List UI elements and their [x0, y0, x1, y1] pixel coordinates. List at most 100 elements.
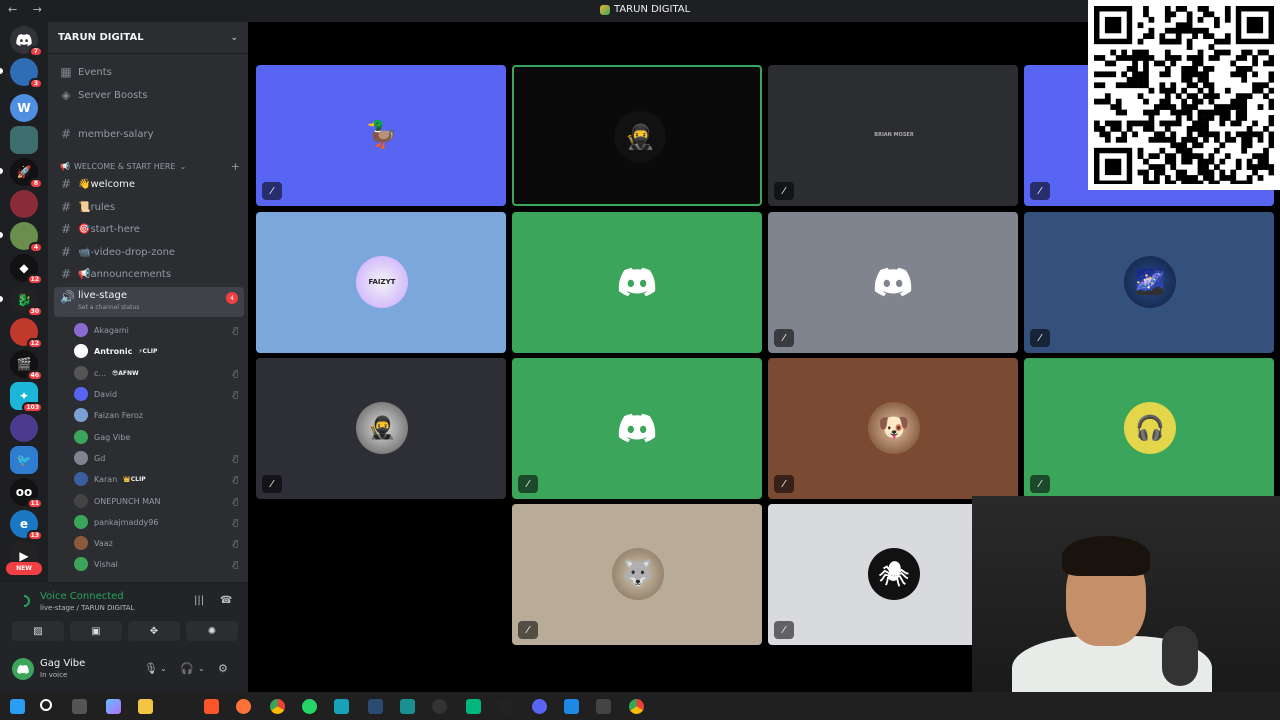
voice-member[interactable]: Akagami 🎙̸ [74, 321, 244, 339]
app-icon[interactable] [432, 699, 447, 714]
headphones-icon[interactable]: 🎧 [180, 662, 194, 675]
avatar[interactable] [12, 658, 34, 680]
participant-tile[interactable]: BRIAN MOSER ⁄ [768, 65, 1018, 206]
qr-module [1148, 136, 1155, 143]
qr-module [1268, 115, 1275, 121]
voice-member[interactable]: Karan 👑CLIP 🎙̸ [74, 470, 244, 488]
add-channel-icon[interactable]: + [231, 160, 240, 173]
channel-announcements[interactable]: # 📢announcements [54, 264, 244, 284]
user-name[interactable]: Gag Vibe [40, 658, 85, 669]
participant-tile[interactable]: 🌌 ⁄ [1024, 212, 1274, 353]
voice-member[interactable]: Gd 🎙̸ [74, 449, 244, 467]
sidebar-item-server-boosts[interactable]: ◈ Server Boosts [54, 85, 244, 105]
participant-tile[interactable]: 🥷 ⁄ [256, 358, 506, 499]
gear-icon[interactable]: ⚙ [218, 662, 228, 675]
member-name: pankajmaddy96 [94, 517, 159, 527]
channel-member-salary[interactable]: # member-salary [54, 124, 244, 144]
server-icon[interactable] [10, 414, 38, 442]
server-icon[interactable]: ✦ 103 [10, 382, 43, 413]
search-icon[interactable] [40, 699, 52, 711]
qr-module [1268, 169, 1275, 176]
server-icon[interactable]: oo 11 [10, 478, 43, 509]
discord-home-icon[interactable]: 7 [10, 26, 43, 57]
disconnect-icon[interactable]: ☎ [220, 595, 232, 606]
voice-member[interactable]: Vaaz 🎙̸ [74, 534, 244, 552]
channel-status[interactable]: Set a channel status [78, 304, 139, 311]
activities-button[interactable]: ✥ [128, 621, 180, 641]
participant-tile[interactable]: ⁄ [512, 358, 762, 499]
copilot-icon[interactable] [106, 699, 121, 714]
server-icon[interactable]: e 13 [10, 510, 43, 541]
participant-tile-speaking[interactable]: 🥷 [512, 65, 762, 206]
task-view-icon[interactable] [72, 699, 87, 714]
server-header[interactable]: TARUN DIGITAL ⌄ [48, 22, 248, 54]
app-icon[interactable] [596, 699, 611, 714]
soundboard-button[interactable]: ✺ [186, 621, 238, 641]
server-icon[interactable]: 12 [10, 318, 43, 349]
app-icon[interactable] [498, 699, 513, 714]
server-icon[interactable]: 4 [10, 222, 43, 253]
app-icon[interactable] [466, 699, 481, 714]
server-icon[interactable]: 3 [10, 58, 43, 89]
voice-member[interactable]: Gag Vibe [74, 428, 244, 446]
signal-icon[interactable] [15, 592, 33, 610]
server-icon[interactable]: ◆ 12 [10, 254, 43, 285]
app-icon[interactable] [334, 699, 349, 714]
voice-member[interactable]: Vishal 🎙̸ [74, 555, 244, 573]
windows-start-icon[interactable] [10, 699, 25, 714]
nav-arrows[interactable]: ← → [8, 3, 48, 16]
new-badge[interactable]: NEW [6, 562, 42, 575]
voice-status-title[interactable]: Voice Connected [40, 591, 124, 602]
participant-tile[interactable]: 🐺 ⁄ [512, 504, 762, 645]
participant-tile[interactable]: FAIZYT [256, 212, 506, 353]
chrome-icon[interactable] [629, 699, 644, 714]
server-icon[interactable]: 🐉 30 [10, 286, 43, 317]
camera-off-button[interactable]: ▨ [12, 621, 64, 641]
brave-icon[interactable] [204, 699, 219, 714]
voice-member[interactable]: ONEPUNCH MAN 🎙̸ [74, 492, 244, 510]
chevron-down-icon[interactable]: ⌄ [198, 664, 205, 673]
channel-welcome[interactable]: # 👋welcome [54, 174, 244, 194]
voice-member[interactable]: c... 😎AFNW 🎙̸ [74, 364, 244, 382]
qr-module [1224, 104, 1231, 110]
voice-member[interactable]: Faizan Feroz [74, 406, 244, 424]
qr-module [1186, 93, 1193, 100]
app-icon[interactable] [368, 699, 383, 714]
server-icon[interactable] [10, 190, 38, 218]
qr-module [1235, 158, 1242, 165]
app-icon[interactable] [400, 699, 415, 714]
noise-suppression-icon[interactable]: ||| [194, 595, 204, 606]
participant-tile[interactable]: 🦆 ⁄ [256, 65, 506, 206]
qr-module [1224, 49, 1231, 56]
qr-module [1170, 60, 1177, 67]
discord-taskbar-icon[interactable] [532, 699, 547, 714]
participant-tile[interactable]: 🐶 ⁄ [768, 358, 1018, 499]
qr-module [1186, 82, 1193, 89]
server-icon[interactable] [10, 126, 38, 154]
server-icon[interactable]: 🐦 [10, 446, 38, 474]
file-explorer-icon[interactable] [138, 699, 153, 714]
voice-channel-live-stage[interactable]: 🔊 live-stage Set a channel status 4 [54, 287, 244, 317]
channel-start-here[interactable]: # 🎯start-here [54, 219, 244, 239]
voice-status-subtitle[interactable]: live-stage / TARUN DIGITAL [40, 604, 134, 612]
server-icon[interactable]: 🎬 46 [10, 350, 43, 381]
participant-tile[interactable]: 🎧 ⁄ [1024, 358, 1274, 499]
server-icon[interactable]: W [10, 94, 38, 122]
participant-tile[interactable]: ⁄ [768, 212, 1018, 353]
channel-rules[interactable]: # 📜rules [54, 197, 244, 217]
screen-share-button[interactable]: ▣ [70, 621, 122, 641]
firefox-icon[interactable] [236, 699, 251, 714]
category-welcome[interactable]: 📢 WELCOME & START HERE ⌄ + [60, 160, 240, 173]
voice-member[interactable]: Antronic ⚡CLIP [74, 342, 244, 360]
channel-video-drop-zone[interactable]: # 📹-video-drop-zone [54, 242, 244, 262]
sidebar-item-events[interactable]: ▦ Events [54, 62, 244, 82]
app-icon[interactable] [564, 699, 579, 714]
server-icon[interactable]: 🚀 8 [10, 158, 43, 189]
microphone-icon[interactable]: 🎙 [144, 662, 158, 675]
voice-member[interactable]: pankajmaddy96 🎙̸ [74, 513, 244, 531]
whatsapp-icon[interactable] [302, 699, 317, 714]
chrome-icon[interactable] [270, 699, 285, 714]
participant-tile[interactable] [512, 212, 762, 353]
voice-member[interactable]: David 🎙̸ [74, 385, 244, 403]
chevron-down-icon[interactable]: ⌄ [160, 664, 167, 673]
